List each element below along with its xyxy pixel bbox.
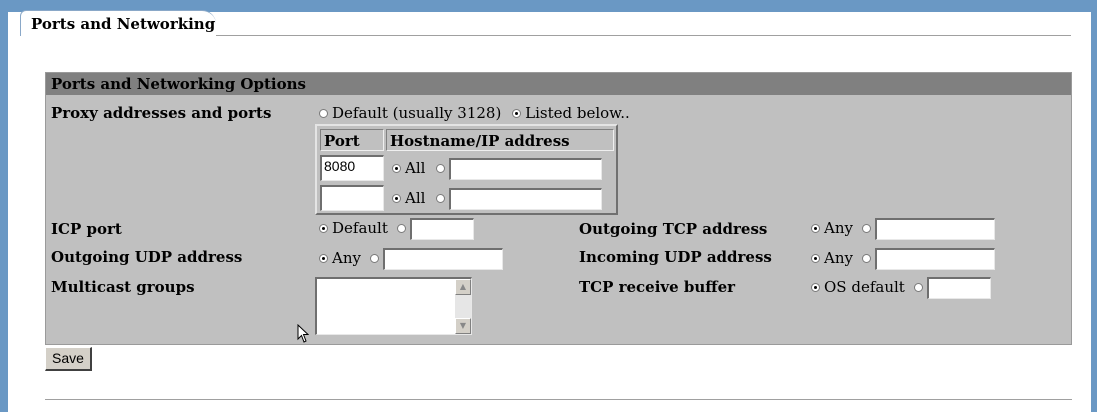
bottom-divider <box>45 399 1072 400</box>
all-radio-2[interactable] <box>392 193 401 203</box>
icp-port-group: Default <box>319 218 474 240</box>
out-tcp-custom-radio[interactable] <box>861 223 871 233</box>
host-cell-1: All <box>390 158 603 180</box>
multicast-label: Multicast groups <box>51 278 195 296</box>
tcp-buffer-group: OS default <box>811 277 991 299</box>
tab-ports-networking[interactable]: Ports and Networking <box>20 10 216 36</box>
all-radio-1[interactable] <box>392 163 401 173</box>
out-udp-custom-radio[interactable] <box>369 253 379 263</box>
host-radio-2[interactable] <box>436 193 446 203</box>
port-input-2[interactable] <box>320 185 384 211</box>
in-udp-custom-radio[interactable] <box>861 253 871 263</box>
out-tcp-input[interactable] <box>874 218 995 240</box>
tcp-os-default-label: OS default <box>824 278 905 296</box>
tcp-custom-radio[interactable] <box>913 282 923 292</box>
proxy-label: Proxy addresses and ports <box>51 104 272 122</box>
out-tcp-any-label: Any <box>824 219 853 237</box>
icp-custom-radio[interactable] <box>396 223 406 233</box>
save-button[interactable]: Save <box>45 347 92 371</box>
in-udp-input[interactable] <box>874 248 995 270</box>
host-cell-2: All <box>390 188 603 210</box>
proxy-options: Default (usually 3128) Listed below.. <box>319 104 630 122</box>
host-input-2[interactable] <box>449 188 603 210</box>
proxy-default-radio[interactable] <box>319 108 328 118</box>
col-port-header: Port <box>320 129 384 151</box>
outgoing-udp-group: Any <box>319 248 503 270</box>
out-udp-any-radio[interactable] <box>319 253 328 263</box>
proxy-listed-label: Listed below.. <box>525 104 630 122</box>
tcp-os-default-radio[interactable] <box>811 282 820 292</box>
proxy-default-label: Default (usually 3128) <box>332 104 502 122</box>
scroll-down-icon[interactable]: ▼ <box>455 318 471 334</box>
all-label-1: All <box>405 159 426 177</box>
proxy-listed-radio[interactable] <box>512 108 522 118</box>
panel-title: Ports and Networking Options <box>46 73 1071 95</box>
tcp-buffer-input[interactable] <box>926 277 991 299</box>
out-udp-input[interactable] <box>382 248 503 270</box>
in-udp-any-radio[interactable] <box>811 253 820 263</box>
in-udp-any-label: Any <box>824 249 853 267</box>
all-label-2: All <box>405 189 426 207</box>
tcp-buffer-label: TCP receive buffer <box>579 278 736 296</box>
tab-divider <box>216 35 1071 36</box>
incoming-udp-group: Any <box>811 248 995 270</box>
icp-default-label: Default <box>332 219 388 237</box>
host-radio-1[interactable] <box>436 163 446 173</box>
outgoing-udp-label: Outgoing UDP address <box>51 248 243 266</box>
outgoing-tcp-label: Outgoing TCP address <box>579 220 768 238</box>
options-panel: Ports and Networking Options Proxy addre… <box>45 72 1072 345</box>
out-tcp-any-radio[interactable] <box>811 223 820 233</box>
multicast-textarea[interactable]: ▲ ▼ <box>315 277 472 335</box>
mouse-pointer-icon <box>297 324 309 343</box>
table-row: 8080 <box>320 155 384 181</box>
table-row <box>320 185 384 211</box>
icp-default-radio[interactable] <box>319 223 328 233</box>
proxy-table: Port Hostname/IP address 8080 All All <box>315 124 618 215</box>
incoming-udp-label: Incoming UDP address <box>579 248 772 266</box>
out-udp-any-label: Any <box>332 249 361 267</box>
scroll-up-icon[interactable]: ▲ <box>455 279 471 295</box>
multicast-scrollbar[interactable]: ▲ ▼ <box>455 279 471 334</box>
col-host-header: Hostname/IP address <box>386 129 614 151</box>
port-input-1[interactable]: 8080 <box>320 155 384 181</box>
outgoing-tcp-group: Any <box>811 218 995 240</box>
host-input-1[interactable] <box>449 158 603 180</box>
icp-port-label: ICP port <box>51 220 122 238</box>
icp-port-input[interactable] <box>409 218 474 240</box>
